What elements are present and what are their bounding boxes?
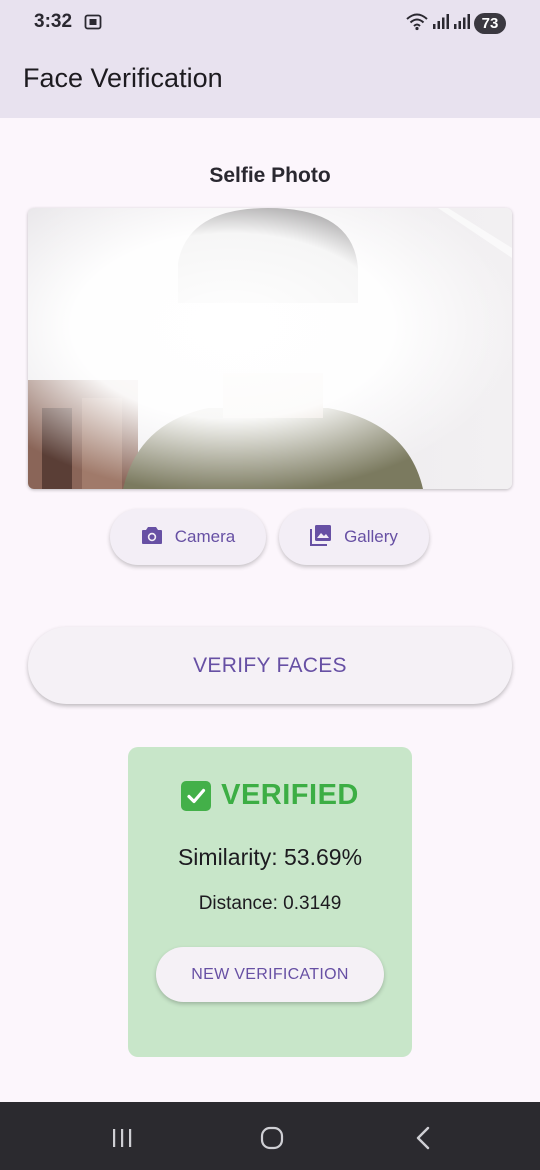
- home-icon[interactable]: [258, 1124, 286, 1152]
- app-bar: Face Verification: [0, 46, 540, 118]
- selfie-section-title: Selfie Photo: [209, 164, 331, 187]
- status-bar: 3:32 73: [0, 0, 540, 46]
- back-icon[interactable]: [410, 1124, 438, 1152]
- selfie-photo-preview: [28, 208, 512, 489]
- new-verification-button[interactable]: NEW VERIFICATION: [156, 947, 384, 1002]
- gallery-button[interactable]: Gallery: [279, 509, 429, 565]
- check-mark-icon: [181, 780, 212, 811]
- screenshot-notification-icon: [84, 13, 102, 31]
- verify-faces-button[interactable]: VERIFY FACES: [28, 627, 512, 704]
- signal-icon: [432, 12, 450, 35]
- verification-result-card: VERIFIED Similarity: 53.69% Distance: 0.…: [128, 747, 412, 1057]
- camera-icon: [141, 525, 163, 550]
- similarity-value: Similarity: 53.69%: [177, 844, 363, 870]
- gallery-icon: [310, 524, 332, 551]
- system-navigation-bar: [0, 1102, 540, 1170]
- distance-value: Distance: 0.3149: [198, 893, 342, 914]
- verified-label: VERIFIED: [221, 779, 359, 811]
- camera-button[interactable]: Camera: [110, 509, 266, 565]
- wifi-icon: [405, 11, 429, 36]
- signal-icon: [453, 12, 471, 35]
- gallery-button-label: Gallery: [344, 527, 398, 546]
- page-title: Face Verification: [23, 63, 223, 93]
- battery-indicator: 73: [474, 13, 506, 34]
- camera-button-label: Camera: [174, 527, 236, 546]
- recent-apps-icon[interactable]: [108, 1124, 136, 1152]
- status-icons: 73: [405, 11, 506, 36]
- status-time: 3:32: [34, 11, 73, 32]
- result-status: VERIFIED: [128, 779, 412, 812]
